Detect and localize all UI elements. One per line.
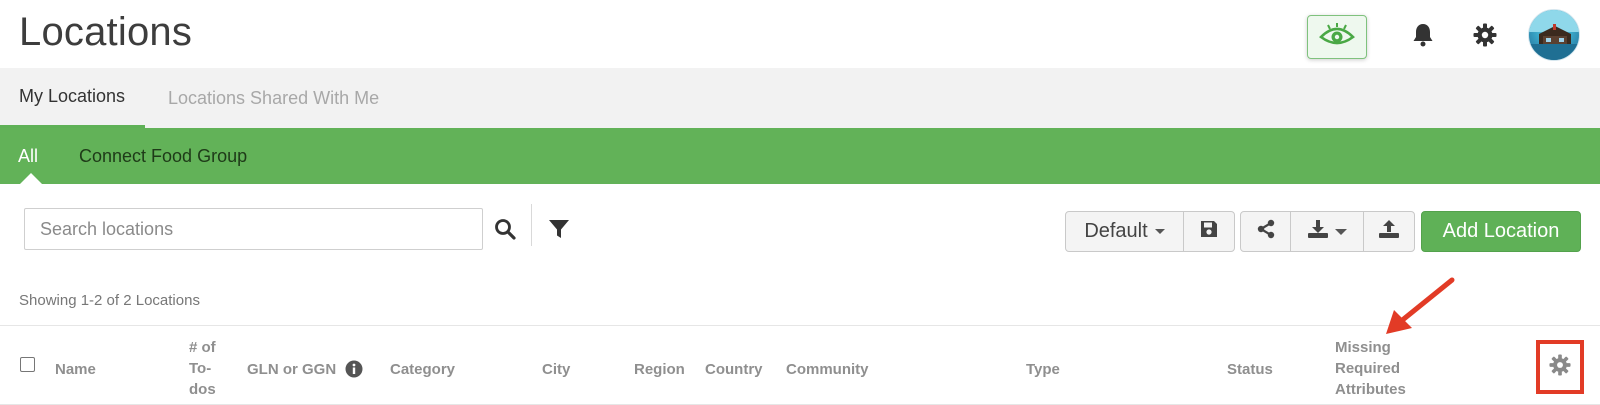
column-name[interactable]: Name xyxy=(55,359,96,380)
column-status[interactable]: Status xyxy=(1227,359,1273,380)
search-icon[interactable] xyxy=(492,216,518,242)
column-missing-line: Attributes xyxy=(1335,381,1406,398)
chevron-down-icon xyxy=(1154,229,1165,234)
download-button[interactable] xyxy=(1290,211,1364,252)
column-todos-line: # of xyxy=(189,339,216,356)
filter-icon[interactable] xyxy=(546,216,572,242)
column-missing-attributes[interactable]: Missing Required Attributes xyxy=(1335,337,1406,400)
column-community[interactable]: Community xyxy=(786,359,869,380)
column-settings-button[interactable] xyxy=(1536,340,1584,394)
column-todos-line: dos xyxy=(189,381,216,398)
result-count: Showing 1-2 of 2 Locations xyxy=(19,292,200,309)
chevron-down-icon xyxy=(1335,228,1347,235)
upload-button[interactable] xyxy=(1363,211,1415,252)
column-type[interactable]: Type xyxy=(1026,359,1060,380)
eye-icon xyxy=(1319,22,1355,53)
add-location-button[interactable]: Add Location xyxy=(1421,211,1581,252)
view-select-label: Default xyxy=(1084,220,1148,242)
bell-icon[interactable] xyxy=(1410,22,1436,48)
save-icon xyxy=(1199,219,1219,244)
column-todos[interactable]: # of To- dos xyxy=(189,337,216,400)
column-gln[interactable]: GLN or GGN xyxy=(247,359,363,380)
location-tabs: My Locations Locations Shared With Me xyxy=(0,68,1600,128)
column-missing-line: Required xyxy=(1335,360,1401,377)
info-icon[interactable] xyxy=(345,360,363,378)
share-icon xyxy=(1256,219,1276,244)
column-category[interactable]: Category xyxy=(390,359,455,380)
search-input[interactable] xyxy=(24,208,483,250)
eye-button[interactable] xyxy=(1307,15,1367,59)
annotation-arrow xyxy=(1380,276,1460,343)
column-city[interactable]: City xyxy=(542,359,570,380)
page-title: Locations xyxy=(19,10,193,54)
view-select-button[interactable]: Default xyxy=(1065,211,1184,252)
toolbar-divider xyxy=(531,204,532,246)
avatar[interactable] xyxy=(1528,9,1580,61)
tab-shared-locations[interactable]: Locations Shared With Me xyxy=(168,68,379,128)
page-header: Locations xyxy=(0,0,1600,68)
download-icon xyxy=(1307,219,1329,244)
column-country[interactable]: Country xyxy=(705,359,763,380)
column-todos-line: To- xyxy=(189,360,212,377)
share-button[interactable] xyxy=(1240,211,1291,252)
save-view-button[interactable] xyxy=(1183,211,1235,252)
group-nav: All Connect Food Group xyxy=(0,128,1600,184)
column-region[interactable]: Region xyxy=(634,359,685,380)
tab-my-locations[interactable]: My Locations xyxy=(0,68,145,128)
upload-icon xyxy=(1378,219,1400,244)
select-all-checkbox[interactable] xyxy=(20,357,35,372)
active-tab-caret xyxy=(20,173,42,184)
column-gln-label: GLN or GGN xyxy=(247,361,337,378)
gear-icon xyxy=(1549,353,1571,381)
gear-icon[interactable] xyxy=(1472,22,1498,48)
group-tab-connect-food-group[interactable]: Connect Food Group xyxy=(79,128,247,184)
